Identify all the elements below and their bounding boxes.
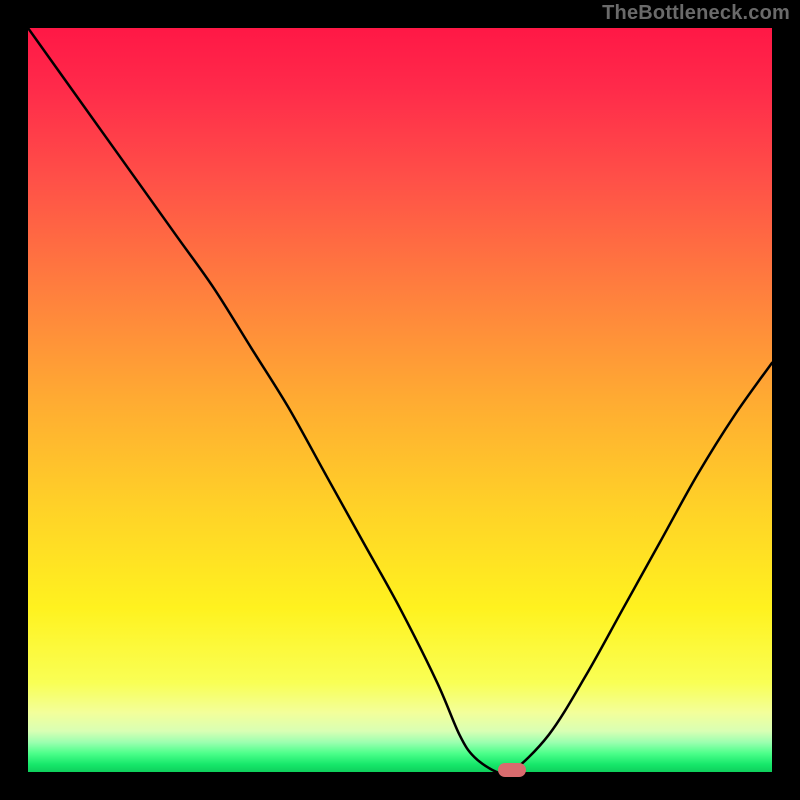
attribution-watermark: TheBottleneck.com: [602, 2, 790, 25]
gradient-background: [28, 28, 772, 772]
target-marker: [498, 763, 526, 777]
bottleneck-chart: [28, 28, 772, 772]
plot-area: [28, 28, 772, 772]
chart-container: TheBottleneck.com: [0, 0, 800, 800]
